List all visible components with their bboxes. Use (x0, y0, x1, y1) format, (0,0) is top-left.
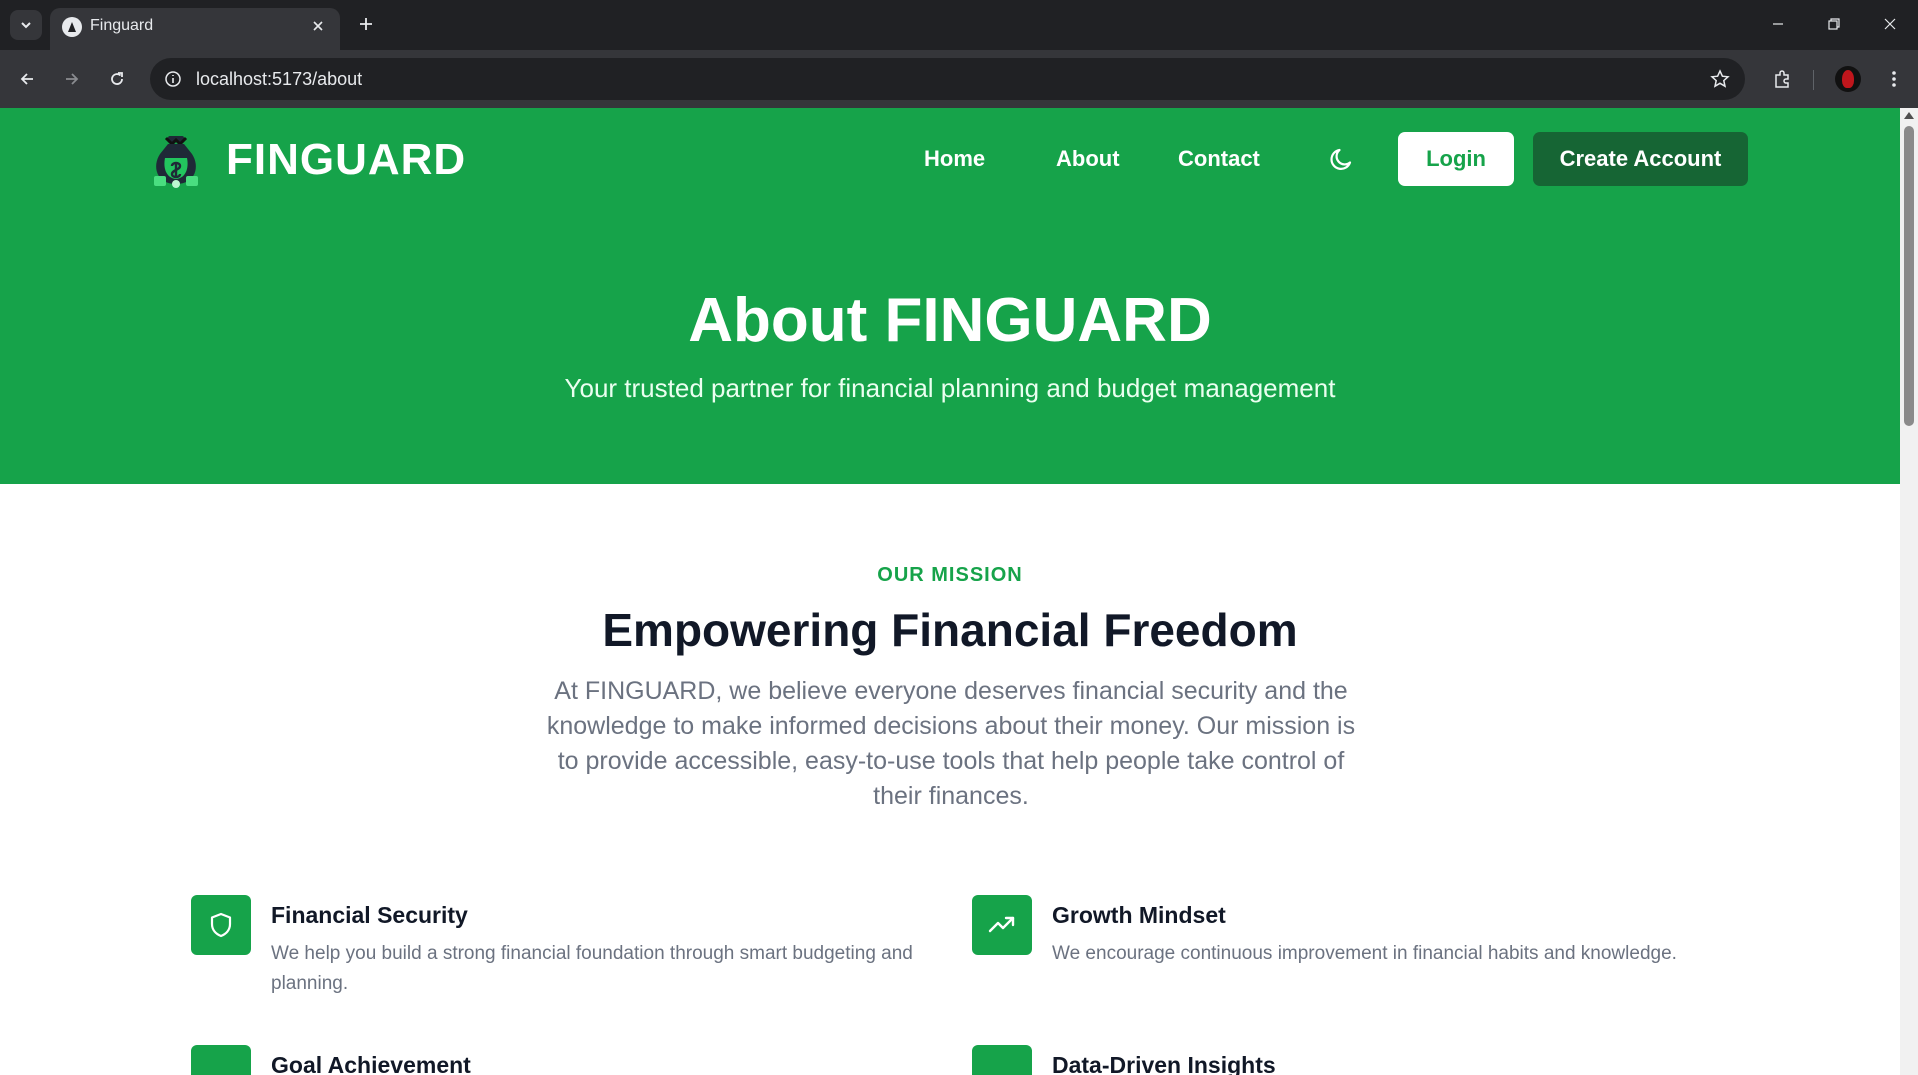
pie-chart-icon (972, 1045, 1032, 1075)
hero-subtitle: Your trusted partner for financial plann… (564, 373, 1336, 403)
browser-menu-button[interactable] (1877, 62, 1911, 96)
new-tab-button[interactable] (352, 10, 380, 38)
address-bar[interactable]: localhost:5173/about (150, 58, 1745, 100)
page-viewport: FINGUARD Home About Contact Login Create… (0, 108, 1900, 1075)
scroll-up-arrow-icon[interactable] (1904, 112, 1914, 119)
page-title: About FINGUARD (688, 286, 1212, 355)
restore-icon (1828, 18, 1840, 30)
window-close-button[interactable] (1862, 0, 1918, 48)
trending-up-icon (972, 895, 1032, 955)
browser-tab[interactable]: Finguard (50, 8, 340, 50)
feature-title: Financial Security (271, 902, 468, 928)
toolbar-separator (1813, 70, 1814, 90)
nav-link-contact[interactable]: Contact (1178, 144, 1260, 174)
puzzle-icon (1775, 70, 1789, 88)
login-button[interactable]: Login (1398, 132, 1514, 186)
restore-button[interactable] (1806, 0, 1862, 48)
reload-icon (111, 72, 123, 85)
feature-title: Goal Achievement (271, 1052, 471, 1075)
brand-logo-link[interactable]: FINGUARD (150, 130, 466, 190)
feature-description: We encourage continuous improvement in f… (1052, 943, 1677, 964)
create-account-button[interactable]: Create Account (1533, 132, 1748, 186)
tab-close-button[interactable] (306, 14, 330, 38)
site-info-icon[interactable] (160, 66, 186, 92)
mission-eyebrow: OUR MISSION (877, 564, 1023, 586)
page-scrollbar[interactable] (1900, 108, 1918, 1075)
profile-avatar[interactable] (1835, 66, 1861, 92)
tab-search-button[interactable] (10, 10, 42, 40)
target-icon (191, 1045, 251, 1075)
feature-description: We help you build a strong financial fou… (271, 943, 913, 994)
close-icon (313, 21, 323, 31)
shield-icon (191, 895, 251, 955)
more-vertical-icon (1892, 71, 1896, 87)
forward-button[interactable] (55, 62, 89, 96)
chevron-down-icon (21, 22, 31, 29)
nav-link-home[interactable]: Home (924, 144, 985, 174)
mission-heading: Empowering Financial Freedom (602, 604, 1298, 656)
minimize-icon (1773, 23, 1783, 25)
arrow-left-icon (20, 73, 33, 85)
favicon-icon (62, 17, 82, 37)
minimize-button[interactable] (1750, 0, 1806, 48)
mission-paragraph: At FINGUARD, we believe everyone deserve… (546, 677, 1356, 810)
extensions-button[interactable] (1765, 62, 1799, 96)
plus-icon (360, 18, 372, 30)
feature-title: Growth Mindset (1052, 902, 1226, 928)
arrow-right-icon (66, 73, 79, 85)
browser-toolbar: localhost:5173/about (0, 50, 1918, 108)
theme-toggle-button[interactable] (1325, 142, 1359, 176)
url-text[interactable]: localhost:5173/about (196, 69, 362, 89)
back-button[interactable] (10, 62, 44, 96)
header-hero-section: FINGUARD Home About Contact Login Create… (0, 108, 1900, 484)
moon-icon (1330, 148, 1352, 170)
browser-tab-bar: Finguard (0, 0, 1918, 50)
feature-title: Data-Driven Insights (1052, 1052, 1276, 1075)
scrollbar-thumb[interactable] (1904, 126, 1914, 426)
money-bag-logo-icon (150, 132, 202, 188)
bookmark-star-icon[interactable] (1707, 66, 1733, 92)
close-icon (1884, 18, 1896, 30)
nav-link-about[interactable]: About (1056, 144, 1120, 174)
tab-title: Finguard (90, 17, 154, 34)
brand-name: FINGUARD (226, 135, 467, 184)
reload-button[interactable] (100, 62, 134, 96)
